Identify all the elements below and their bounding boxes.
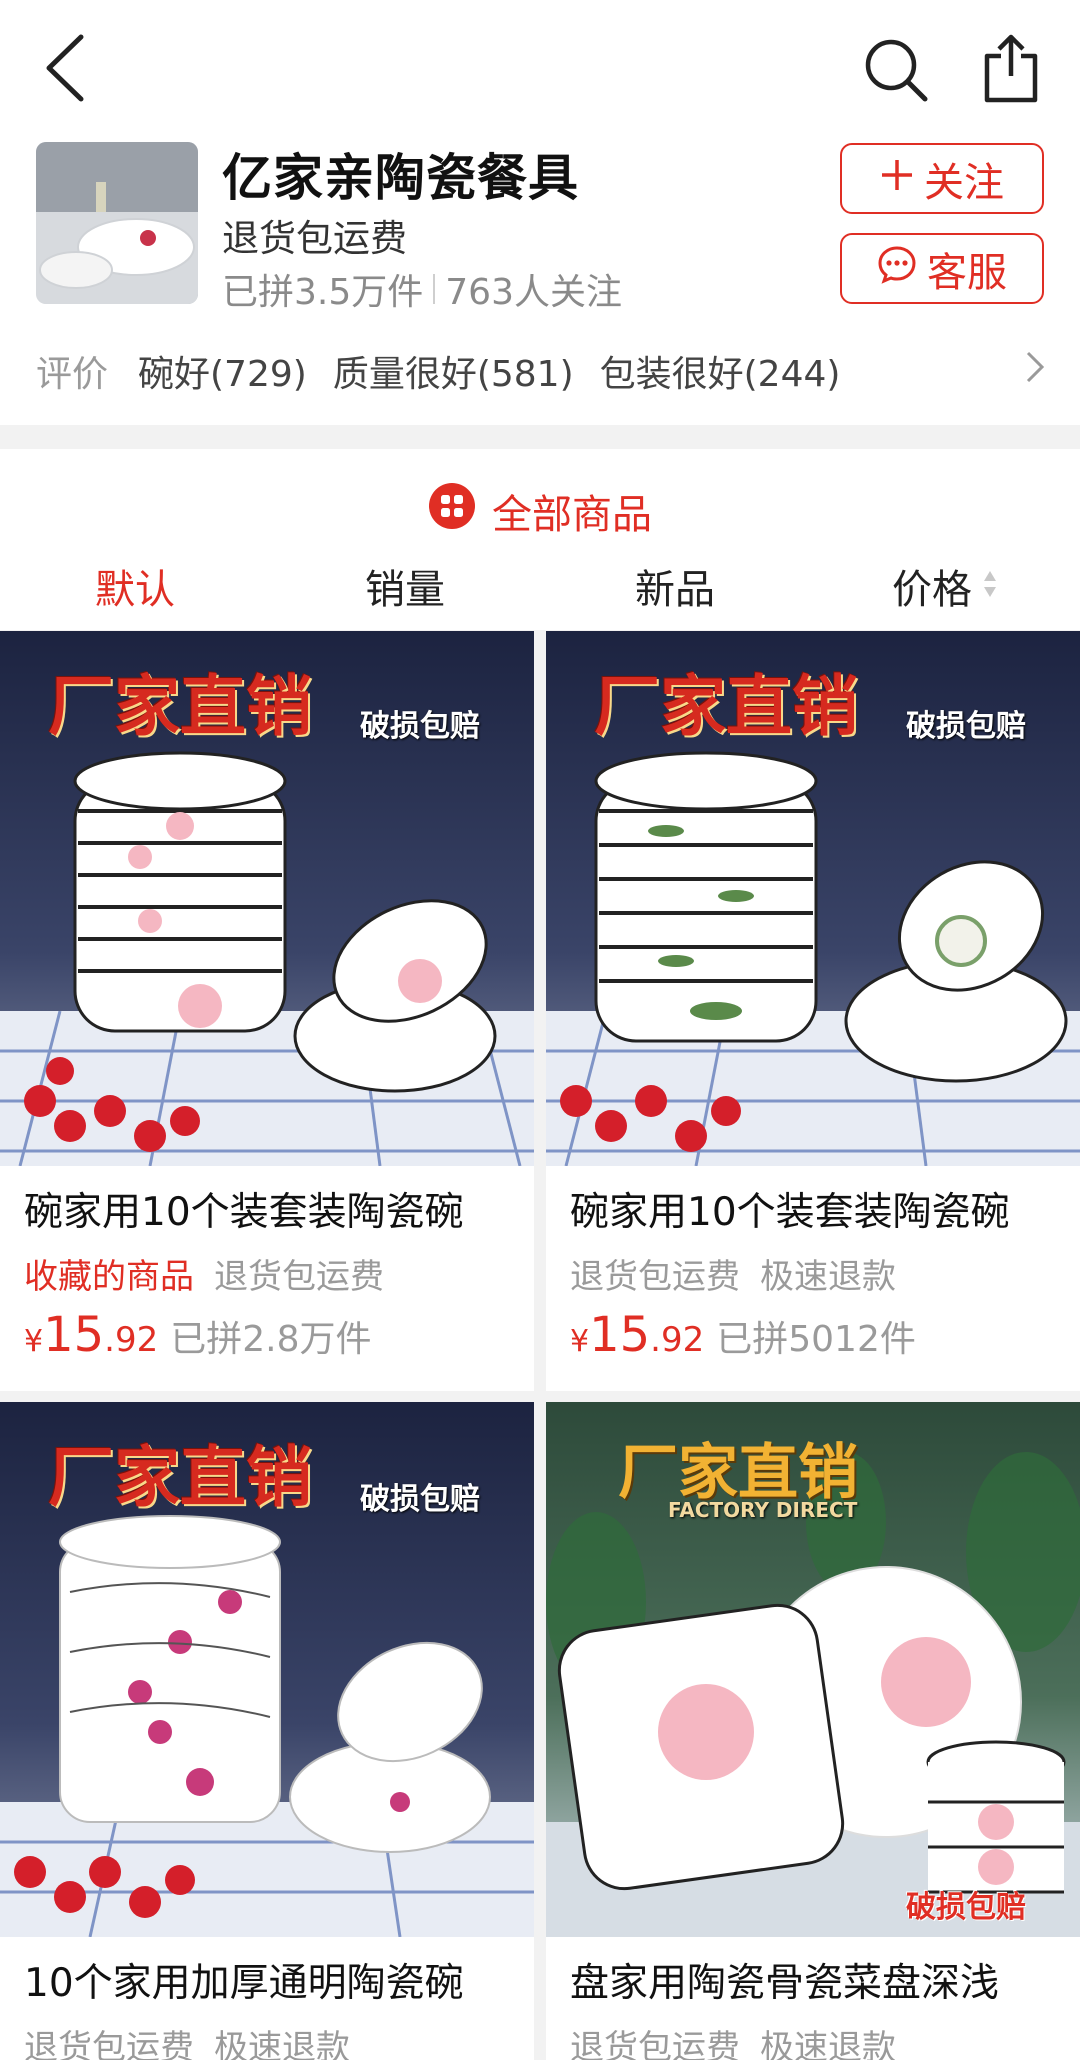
review-tag[interactable]: 包装很好(244) — [600, 345, 841, 397]
product-tags: 退货包运费 极速退款 — [570, 2020, 896, 2060]
product-tags: 退货包运费 极速退款 — [24, 2020, 350, 2060]
price-integer: 15 — [589, 1307, 651, 1363]
promo-banner-subtitle: FACTORY DIRECT — [668, 1498, 858, 1522]
product-card[interactable]: 厂家直销 破损包赔 10个家用加厚通明陶瓷碗 退货包运费 极速退款 — [0, 1402, 534, 2060]
product-image[interactable]: 厂家直销 破损包赔 — [0, 631, 534, 1166]
damage-guarantee-badge: 破损包赔 — [360, 1482, 480, 1517]
product-tag: 收藏的商品 — [24, 1257, 194, 1297]
tab-label: 销量 — [365, 567, 445, 613]
tab-label: 价格 — [892, 567, 972, 613]
review-tag[interactable]: 碗好(729) — [138, 345, 307, 397]
review-tag[interactable]: 质量很好(581) — [333, 345, 574, 397]
shop-avatar[interactable] — [36, 142, 198, 304]
product-tag: 退货包运费 — [24, 2028, 194, 2060]
product-price: ¥ 15 .92 已拼2.8万件 — [24, 1307, 372, 1363]
chat-bubble-icon — [877, 244, 917, 294]
shop-sold-count: 已拼3.5万件 — [222, 272, 424, 313]
shop-follower-count: 763人关注 — [445, 272, 622, 313]
follow-label: 关注 — [924, 159, 1004, 206]
damage-guarantee-badge: 破损包赔 — [360, 709, 480, 744]
review-label: 评价 — [36, 354, 109, 395]
all-products-header[interactable]: 全部商品 — [0, 476, 1080, 546]
tab-sales[interactable]: 销量 — [270, 556, 540, 616]
tab-price[interactable]: 价格 — [810, 556, 1080, 616]
stats-divider — [433, 274, 436, 304]
top-bar — [0, 0, 1080, 140]
tab-label: 新品 — [635, 567, 715, 613]
product-title: 10个家用加厚通明陶瓷碗 — [24, 1961, 464, 2006]
sort-tabs: 默认 销量 新品 价格 — [0, 556, 1080, 616]
currency-symbol: ¥ — [24, 1324, 44, 1359]
price-decimal: .92 — [104, 1320, 159, 1360]
back-arrow-icon[interactable] — [30, 28, 100, 108]
product-tag: 退货包运费 — [570, 2028, 740, 2060]
tab-label: 默认 — [95, 567, 175, 613]
product-price: ¥ 15 .92 已拼5012件 — [570, 1307, 916, 1363]
promo-banner: 厂家直销 — [48, 1438, 312, 1516]
customer-service-button[interactable]: 客服 — [840, 233, 1044, 304]
search-icon[interactable] — [858, 32, 934, 108]
tab-new[interactable]: 新品 — [540, 556, 810, 616]
shop-name: 亿家亲陶瓷餐具 — [222, 149, 579, 207]
product-image[interactable]: 厂家直销 破损包赔 — [0, 1402, 534, 1937]
tab-default[interactable]: 默认 — [0, 556, 270, 616]
damage-guarantee-badge: 破损包赔 — [906, 709, 1026, 744]
price-decimal: .92 — [650, 1320, 705, 1360]
currency-symbol: ¥ — [570, 1324, 590, 1359]
grid-menu-icon — [428, 482, 476, 540]
price-integer: 15 — [43, 1307, 105, 1363]
product-tag: 退货包运费 — [570, 1257, 740, 1297]
review-summary[interactable]: 评价 碗好(729) 质量很好(581) 包装很好(244) — [36, 345, 1046, 397]
promo-banner: 厂家直销 — [594, 667, 858, 745]
plus-icon — [880, 156, 914, 202]
product-title: 盘家用陶瓷骨瓷菜盘深浅 — [570, 1961, 1000, 2006]
product-card[interactable]: 厂家直销 FACTORY DIRECT 破损包赔 盘家用陶瓷骨瓷菜盘深浅 退货包… — [546, 1402, 1080, 2060]
follow-button[interactable]: 关注 — [840, 143, 1044, 214]
section-divider — [0, 425, 1080, 449]
shop-stats: 已拼3.5万件 763人关注 — [222, 263, 622, 315]
product-card[interactable]: 厂家直销 破损包赔 碗家用10个装套装陶瓷碗 收藏的商品 退货包运费 ¥ 15 … — [0, 631, 534, 1391]
product-tags: 收藏的商品 退货包运费 — [24, 1249, 384, 1298]
product-tag: 退货包运费 — [214, 1257, 384, 1297]
product-tag: 极速退款 — [760, 2028, 896, 2060]
damage-guarantee-badge: 破损包赔 — [906, 1890, 1026, 1925]
product-tag: 极速退款 — [214, 2028, 350, 2060]
promo-banner: 厂家直销 — [48, 667, 312, 745]
product-title: 碗家用10个装套装陶瓷碗 — [570, 1190, 1010, 1235]
chevron-right-icon[interactable] — [1024, 349, 1046, 394]
shop-subtitle: 退货包运费 — [222, 217, 407, 260]
product-image[interactable]: 厂家直销 破损包赔 — [546, 631, 1080, 1166]
product-tags: 退货包运费 极速退款 — [570, 1249, 896, 1298]
product-card[interactable]: 厂家直销 破损包赔 碗家用10个装套装陶瓷碗 退货包运费 极速退款 ¥ 15 .… — [546, 631, 1080, 1391]
product-image[interactable]: 厂家直销 FACTORY DIRECT 破损包赔 — [546, 1402, 1080, 1937]
product-tag: 极速退款 — [760, 1257, 896, 1297]
service-label: 客服 — [927, 249, 1007, 296]
sort-arrows-icon — [982, 563, 998, 609]
share-icon[interactable] — [975, 28, 1047, 108]
product-title: 碗家用10个装套装陶瓷碗 — [24, 1190, 464, 1235]
all-products-label: 全部商品 — [492, 492, 652, 538]
sold-count: 已拼2.8万件 — [170, 1319, 372, 1360]
sold-count: 已拼5012件 — [716, 1319, 916, 1360]
